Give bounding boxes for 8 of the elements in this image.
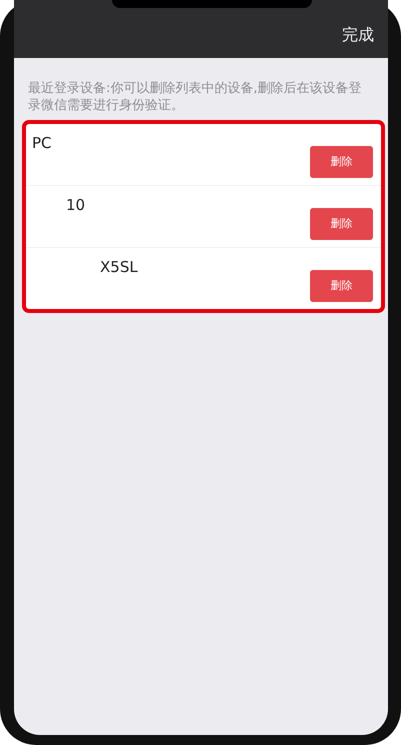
delete-button[interactable]: 删除: [310, 208, 373, 240]
delete-button[interactable]: 删除: [310, 146, 373, 178]
description-text: 最近登录设备:你可以删除列表中的设备,删除后在该设备登录微信需要进行身份验证。: [28, 80, 363, 114]
device-name: PC: [32, 134, 52, 154]
done-button[interactable]: 完成: [342, 25, 374, 46]
device-name: 10: [66, 196, 86, 216]
delete-button[interactable]: 删除: [310, 270, 373, 302]
device-name: X5SL: [100, 258, 138, 278]
